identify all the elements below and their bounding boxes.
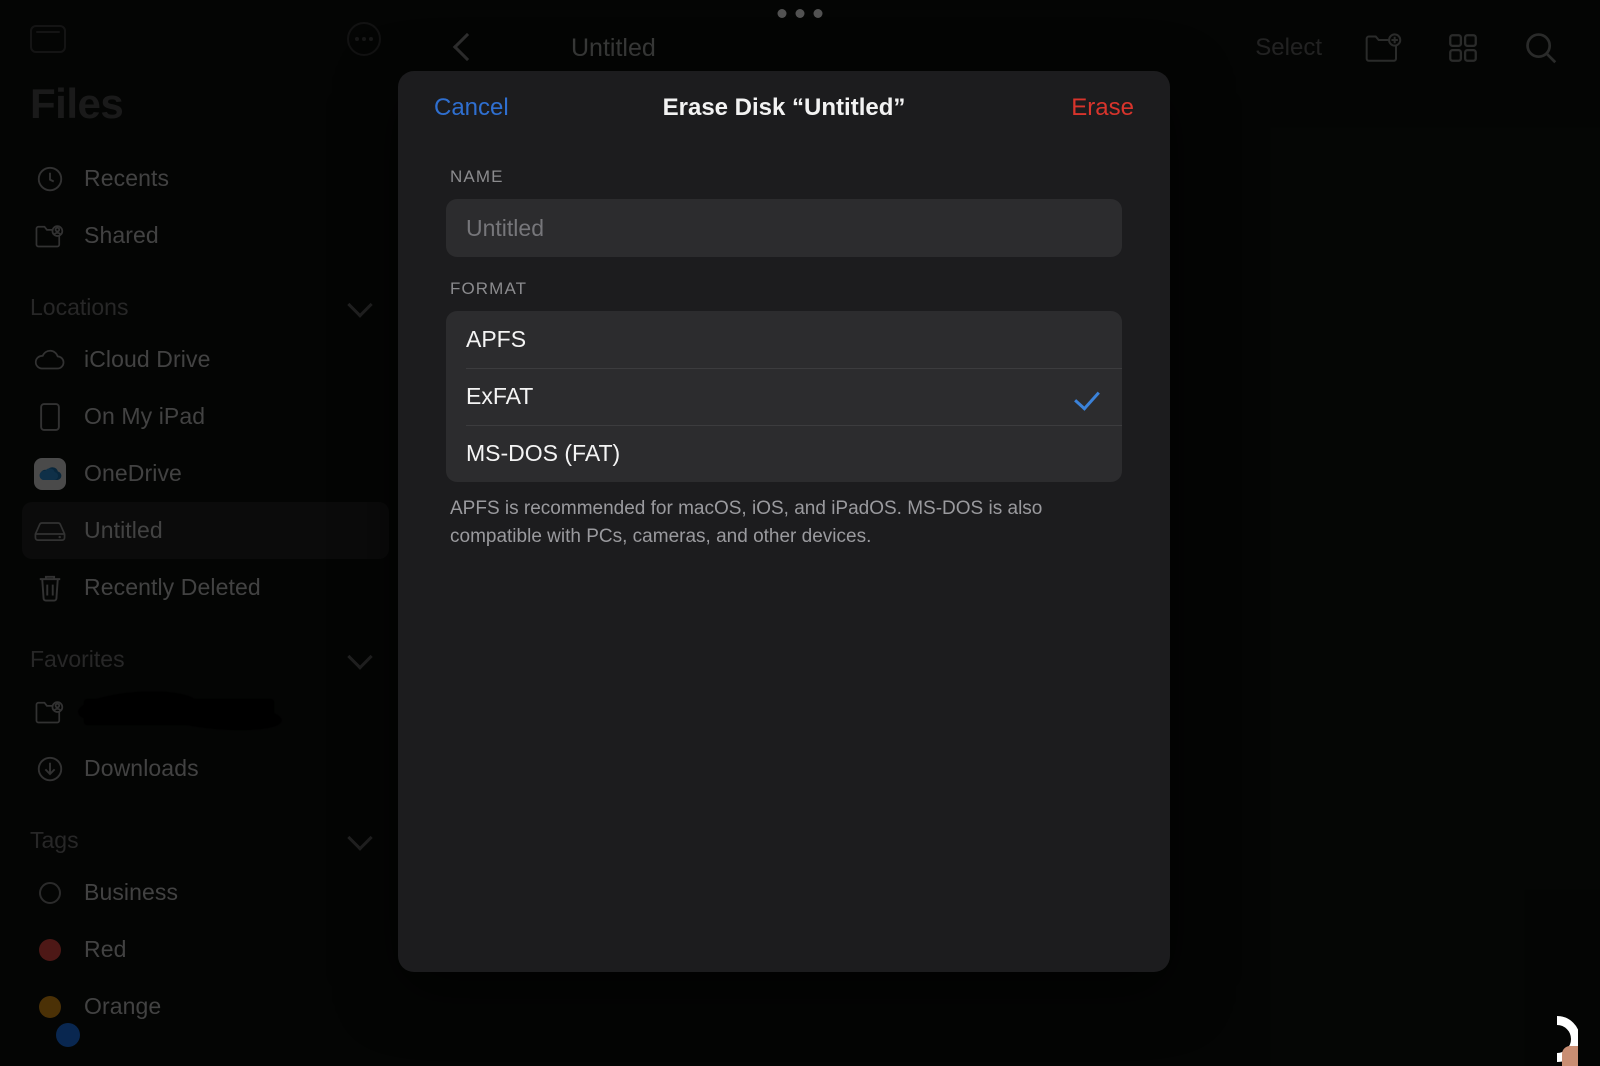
dialog-body: NAME Untitled FORMAT APFS ExFAT MS-DOS (… [398, 145, 1170, 550]
dialog-header: Cancel Erase Disk “Untitled” Erase [398, 71, 1170, 145]
disk-name-input[interactable]: Untitled [446, 199, 1122, 257]
format-option-label: ExFAT [466, 383, 534, 409]
dialog-title: Erase Disk “Untitled” [662, 94, 906, 121]
format-option-exfat[interactable]: ExFAT [446, 368, 1122, 425]
screen-root: Files Recents Shared Locations iCloud Dr… [0, 0, 1600, 1066]
cancel-button[interactable]: Cancel [434, 94, 509, 122]
format-option-label: MS-DOS (FAT) [466, 440, 621, 466]
format-option-label: APFS [466, 326, 527, 352]
format-help-text: APFS is recommended for macOS, iOS, and … [450, 498, 1043, 547]
pointer-cursor [1532, 1010, 1578, 1066]
format-option-msdos[interactable]: MS-DOS (FAT) [446, 425, 1122, 482]
name-group-label: NAME [450, 167, 504, 186]
disk-name-placeholder: Untitled [466, 214, 544, 241]
erase-button[interactable]: Erase [1071, 94, 1134, 122]
erase-disk-dialog: Cancel Erase Disk “Untitled” Erase NAME … [398, 71, 1170, 972]
format-group-label: FORMAT [450, 279, 528, 298]
format-options-list: APFS ExFAT MS-DOS (FAT) [446, 311, 1122, 482]
format-option-apfs[interactable]: APFS [446, 311, 1122, 368]
checkmark-icon [1076, 384, 1102, 410]
